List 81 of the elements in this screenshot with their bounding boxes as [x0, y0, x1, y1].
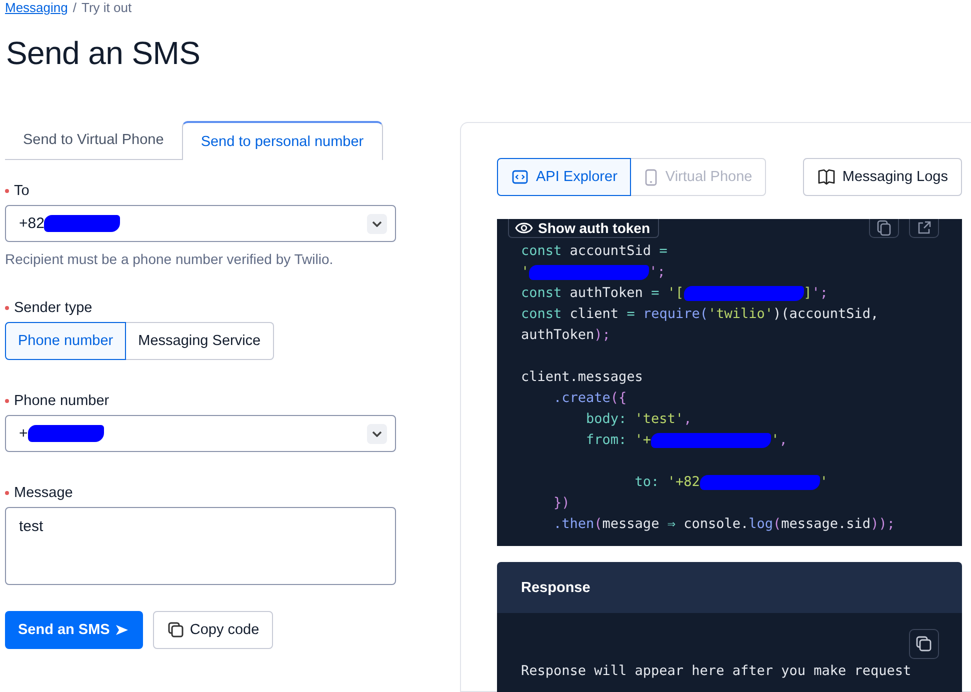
- code-text: ⇒: [667, 515, 676, 534]
- code-text: 'test': [634, 410, 684, 429]
- field-label: Message: [14, 485, 73, 501]
- book-icon: [818, 169, 836, 185]
- code-text: client.messages: [521, 368, 643, 387]
- messaging-logs-button[interactable]: Messaging Logs: [803, 158, 962, 196]
- open-external-button[interactable]: [909, 219, 939, 238]
- copy-icon: [916, 636, 932, 652]
- copy-icon: [168, 622, 184, 638]
- message-field[interactable]: test: [5, 507, 396, 585]
- code-text: ';: [649, 263, 666, 282]
- code-text: const: [521, 242, 563, 261]
- chevron-icon: [367, 424, 387, 444]
- code-text: =: [626, 305, 636, 324]
- code-text: message: [602, 515, 660, 534]
- code-text: '[: [667, 284, 684, 303]
- code-text: log: [748, 515, 774, 534]
- code-text: .then: [552, 515, 594, 534]
- chevron-icon: [367, 214, 387, 234]
- copy-code-button[interactable]: Copy code: [152, 611, 274, 649]
- code-text: from:: [585, 431, 628, 450]
- code-text: ));: [870, 515, 895, 534]
- code-text: authToken: [521, 326, 594, 345]
- code-text: ,: [684, 410, 692, 429]
- tab[interactable]: Send to Virtual Phone: [5, 121, 182, 160]
- field-value: +82: [19, 215, 44, 232]
- recipient-select[interactable]: +82: [5, 205, 396, 242]
- code-text: ': [521, 263, 530, 282]
- copy-button[interactable]: [869, 219, 899, 238]
- code-text: require(: [642, 305, 708, 324]
- phone-icon: [645, 168, 658, 186]
- code-text: body:: [585, 410, 628, 429]
- code-text: =: [659, 242, 668, 261]
- code-text: (: [594, 515, 602, 534]
- external-link-icon: [917, 221, 931, 235]
- breadcrumb-separator: /: [72, 0, 76, 15]
- breadcrumb-link[interactable]: Messaging: [5, 0, 68, 15]
- segment-option[interactable]: Messaging Service: [126, 322, 274, 360]
- copy-icon: [877, 220, 891, 236]
- code-icon: [512, 170, 528, 184]
- code-text: ': [771, 431, 780, 450]
- code-text: =: [651, 284, 660, 303]
- code-text: '+: [634, 431, 652, 450]
- code-text: 'twilio': [708, 305, 774, 324]
- code-text: ({: [610, 389, 627, 408]
- send-icon: [114, 624, 129, 636]
- phone-number-select[interactable]: +: [5, 415, 396, 452]
- code-text: ': [820, 473, 828, 492]
- code-text: to:: [634, 473, 660, 492]
- view-toggle[interactable]: API Explorer: [497, 158, 632, 196]
- show-auth-token-button[interactable]: Show auth token: [508, 219, 659, 238]
- code-text: '+82: [667, 473, 700, 492]
- code-text: authToken: [570, 284, 644, 303]
- field-label: Phone number: [14, 393, 110, 409]
- field-label: Sender type: [14, 300, 92, 316]
- field-label: To: [14, 183, 30, 199]
- code-text: )(accountSid,: [773, 305, 879, 324]
- code-text: ';: [812, 284, 828, 303]
- code-text: accountSid: [570, 242, 652, 261]
- code-text: ]: [804, 284, 812, 303]
- code-text: const: [521, 305, 563, 324]
- field-value: +: [19, 425, 28, 442]
- code-text: (: [773, 515, 782, 534]
- code-text: console.: [684, 515, 749, 534]
- copy-button[interactable]: [909, 629, 939, 659]
- response-text: Response will appear here after you make request: [521, 663, 912, 679]
- response-title: Response: [521, 580, 590, 596]
- send-button[interactable]: Send an SMS: [5, 611, 143, 649]
- eye-icon: [515, 222, 533, 234]
- tab[interactable]: Send to personal number: [182, 121, 383, 160]
- help-text: Recipient must be a phone number verified by Twilio.: [5, 251, 334, 267]
- code-text: );: [594, 326, 610, 345]
- code-text: ,: [779, 431, 788, 450]
- code-text: message.sid: [781, 515, 871, 534]
- page-title: Send an SMS: [6, 35, 202, 71]
- code-text: const: [521, 284, 563, 303]
- segment-option[interactable]: Phone number: [5, 322, 126, 360]
- code-text: .create: [552, 389, 610, 408]
- breadcrumb-current: Try it out: [82, 0, 132, 15]
- code-text: client: [570, 305, 620, 324]
- code-text: }): [552, 494, 570, 513]
